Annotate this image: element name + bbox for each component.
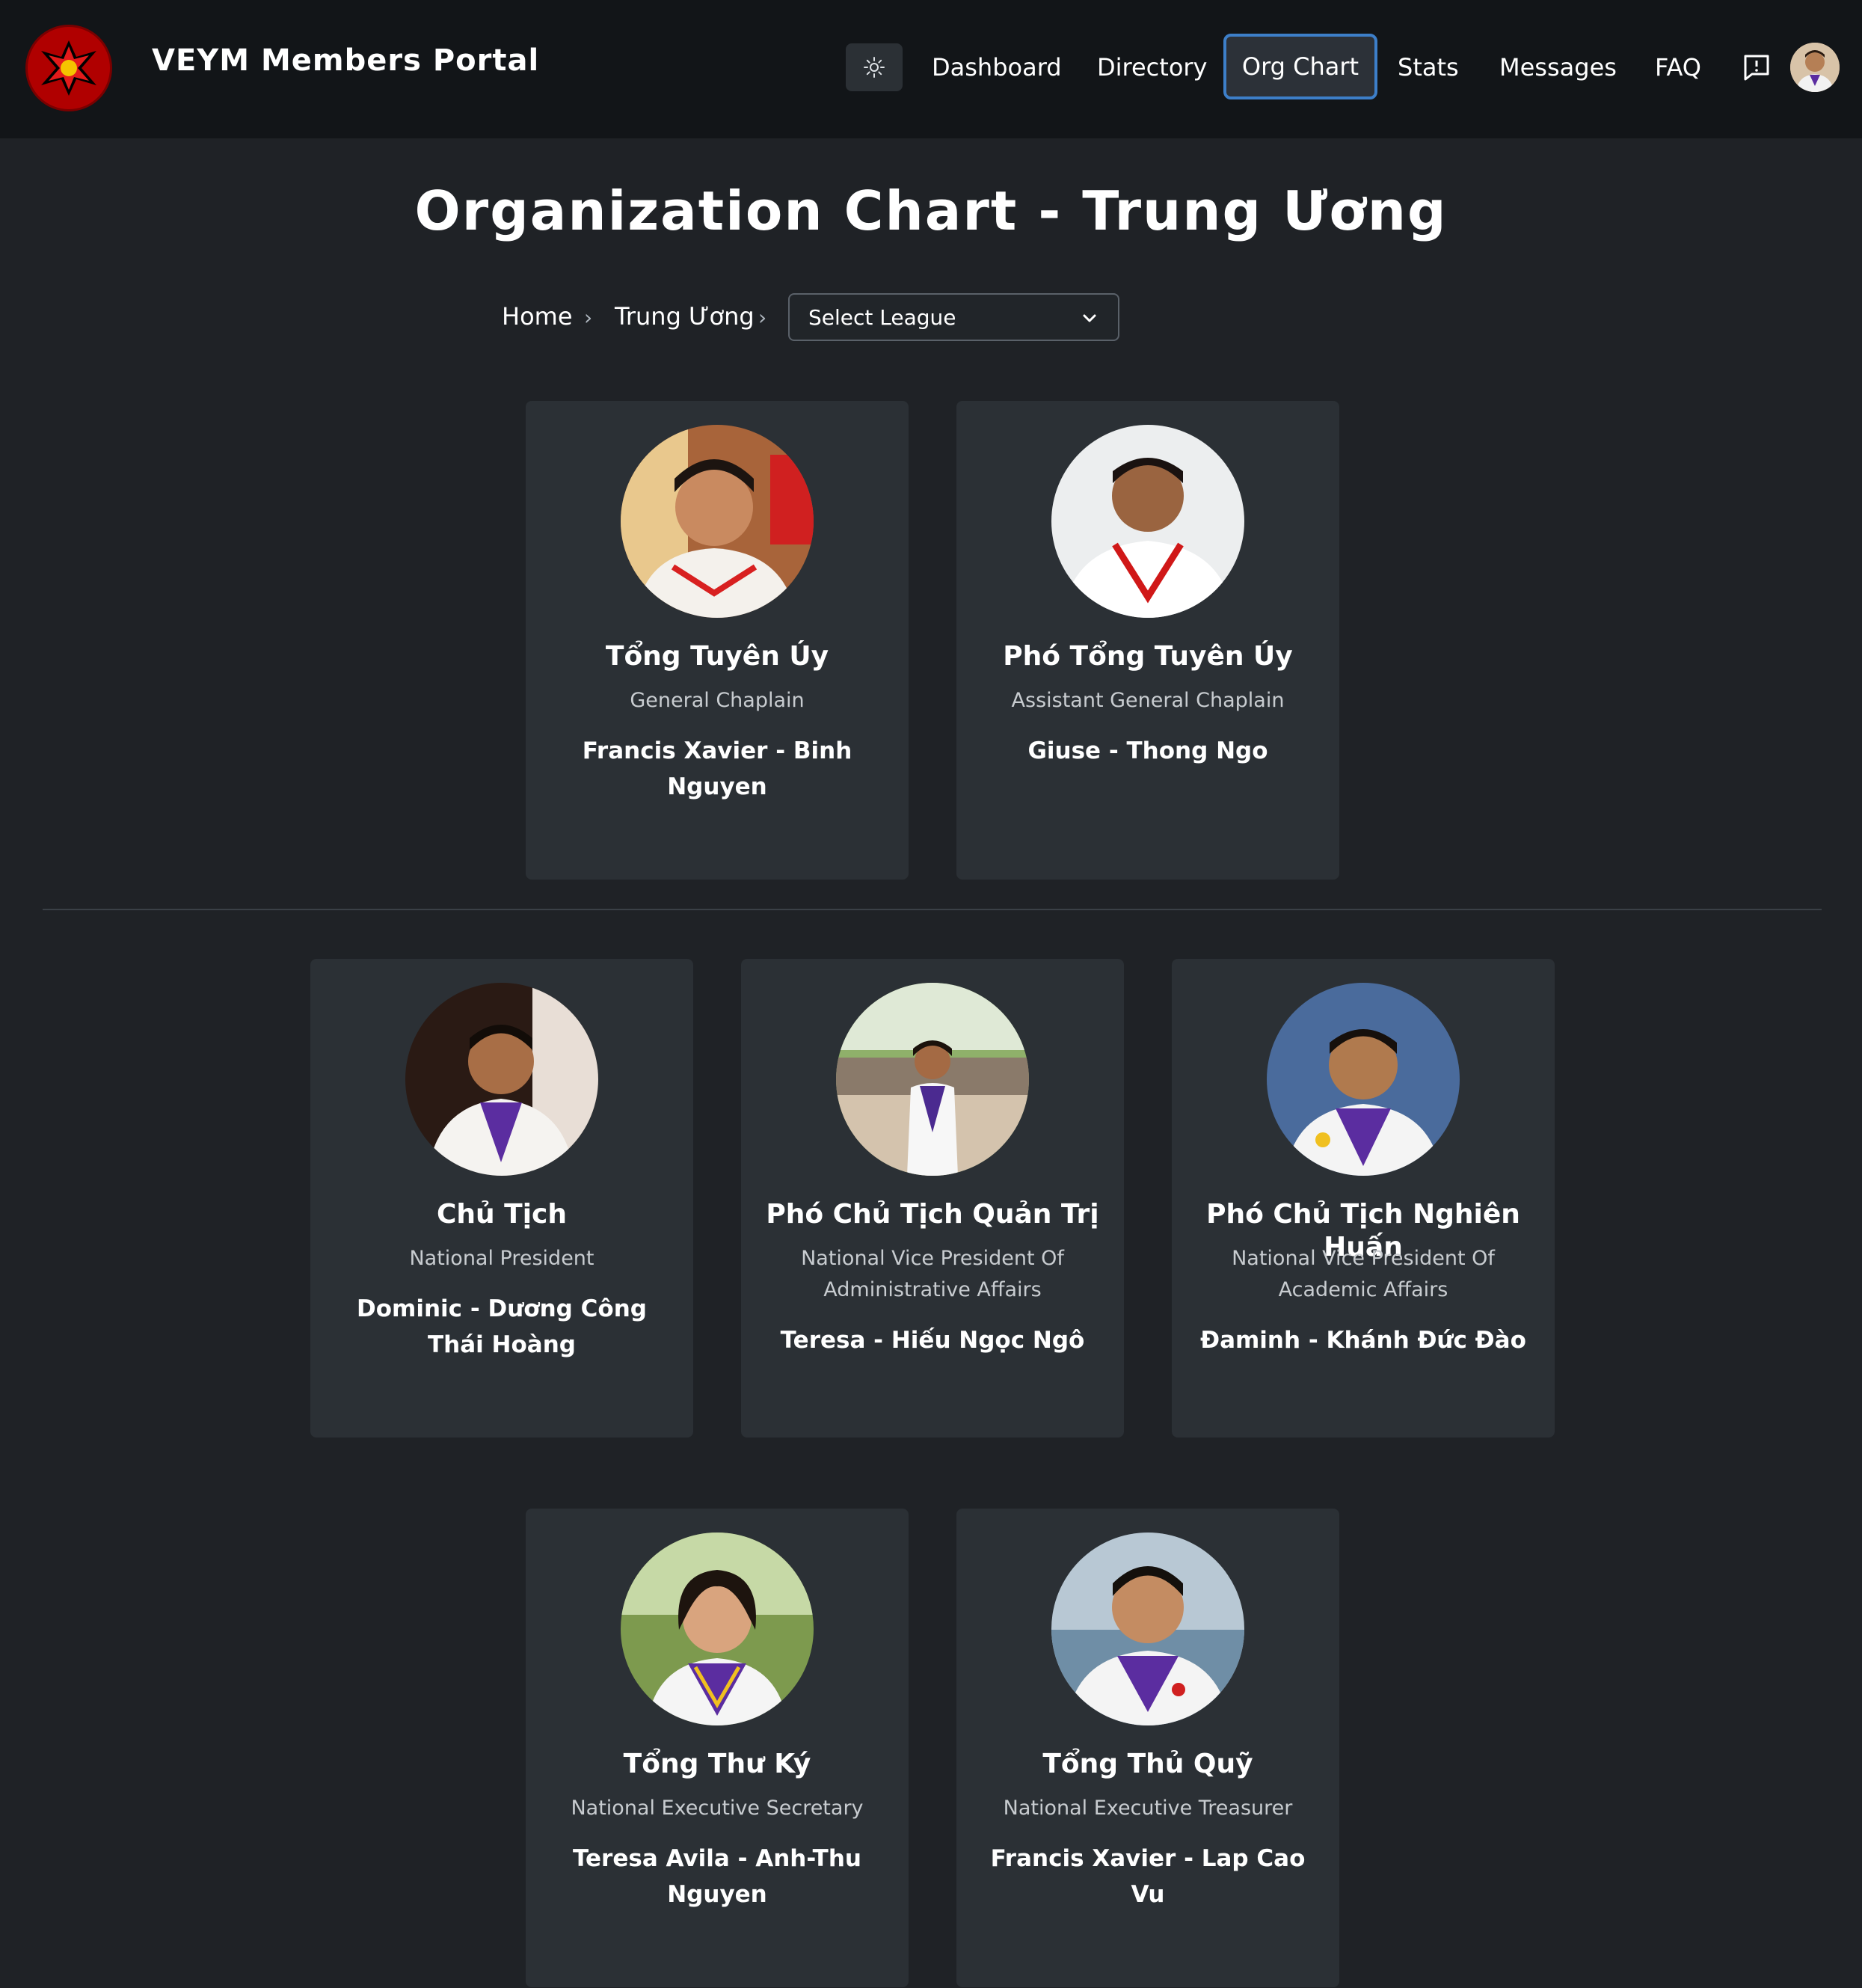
- breadcrumb-chevron-icon: ›: [758, 305, 767, 330]
- league-select-value: Select League: [808, 304, 956, 330]
- member-name: Giuse - Thong Ngo: [1027, 737, 1268, 764]
- nav-org-chart[interactable]: Org Chart: [1223, 34, 1377, 99]
- nav-stats[interactable]: Stats: [1398, 52, 1459, 82]
- breadcrumb-current[interactable]: Trung Ương: [615, 302, 755, 331]
- chevron-down-icon: [1083, 314, 1096, 322]
- logo-cross-icon: [41, 40, 96, 96]
- role-title-en: Assistant General Chaplain: [1011, 689, 1285, 712]
- nav-directory[interactable]: Directory: [1097, 52, 1207, 82]
- role-title-en: National Vice President Of Academic Affa…: [1232, 1247, 1495, 1301]
- role-title-en: National Executive Secretary: [571, 1797, 864, 1820]
- member-card[interactable]: Phó Tổng Tuyên Úy Assistant General Chap…: [956, 401, 1339, 880]
- role-title-vn: Tổng Thư Ký: [623, 1749, 811, 1779]
- member-photo: [621, 425, 814, 618]
- role-title-en: National Vice President Of Administrativ…: [801, 1247, 1064, 1301]
- member-name: Francis Xavier - Lap Cao Vu: [990, 1845, 1306, 1908]
- top-navbar: VEYM Members Portal Dashboard Directory …: [0, 0, 1862, 138]
- user-avatar[interactable]: [1790, 43, 1840, 92]
- member-card[interactable]: Phó Chủ Tịch Nghiên Huấn National Vice P…: [1172, 959, 1555, 1438]
- breadcrumb-home[interactable]: Home: [502, 302, 573, 331]
- member-photo: [621, 1533, 814, 1725]
- theme-toggle-button[interactable]: [846, 43, 903, 91]
- member-name: Teresa - Hiếu Ngọc Ngô: [780, 1327, 1085, 1354]
- member-card[interactable]: Chủ Tịch National President Dominic - Dư…: [310, 959, 693, 1438]
- breadcrumb-chevron-icon: ›: [584, 305, 593, 330]
- member-card[interactable]: Tổng Tuyên Úy General Chaplain Francis X…: [526, 401, 909, 880]
- member-name: Đaminh - Khánh Đức Đào: [1200, 1327, 1526, 1354]
- nav-dashboard[interactable]: Dashboard: [932, 52, 1062, 82]
- member-photo: [405, 983, 598, 1176]
- member-photo: [836, 983, 1029, 1176]
- feedback-icon[interactable]: [1742, 52, 1772, 82]
- portal-brand[interactable]: VEYM Members Portal: [152, 43, 539, 78]
- league-select[interactable]: Select League: [788, 293, 1119, 341]
- member-photo: [1051, 1533, 1244, 1725]
- member-name: Dominic - Dương Công Thái Hoàng: [357, 1295, 647, 1358]
- role-title-en: National President: [409, 1247, 594, 1270]
- avatar-photo: [1790, 43, 1840, 92]
- role-title-vn: Tổng Thủ Quỹ: [1042, 1749, 1253, 1779]
- member-card[interactable]: Phó Chủ Tịch Quản Trị National Vice Pres…: [741, 959, 1124, 1438]
- member-photo: [1051, 425, 1244, 618]
- page-title: Organization Chart - Trung Ương: [414, 180, 1448, 242]
- role-title-en: General Chaplain: [630, 689, 805, 712]
- role-title-vn: Phó Tổng Tuyên Úy: [1003, 641, 1293, 672]
- member-name: Francis Xavier - Binh Nguyen: [582, 737, 852, 800]
- sun-icon: [864, 57, 885, 78]
- veym-logo[interactable]: [25, 25, 112, 111]
- role-title-vn: Tổng Tuyên Úy: [605, 641, 829, 672]
- member-name: Teresa Avila - Anh-Thu Nguyen: [573, 1845, 861, 1908]
- member-photo: [1267, 983, 1460, 1176]
- member-card[interactable]: Tổng Thủ Quỹ National Executive Treasure…: [956, 1509, 1339, 1987]
- role-title-vn: Phó Chủ Tịch Quản Trị: [766, 1199, 1099, 1230]
- nav-messages[interactable]: Messages: [1499, 52, 1617, 82]
- member-card[interactable]: Tổng Thư Ký National Executive Secretary…: [526, 1509, 909, 1987]
- role-title-vn: Chủ Tịch: [436, 1199, 568, 1230]
- section-divider: [43, 909, 1822, 910]
- role-title-en: National Executive Treasurer: [1003, 1797, 1293, 1820]
- nav-faq[interactable]: FAQ: [1655, 52, 1701, 82]
